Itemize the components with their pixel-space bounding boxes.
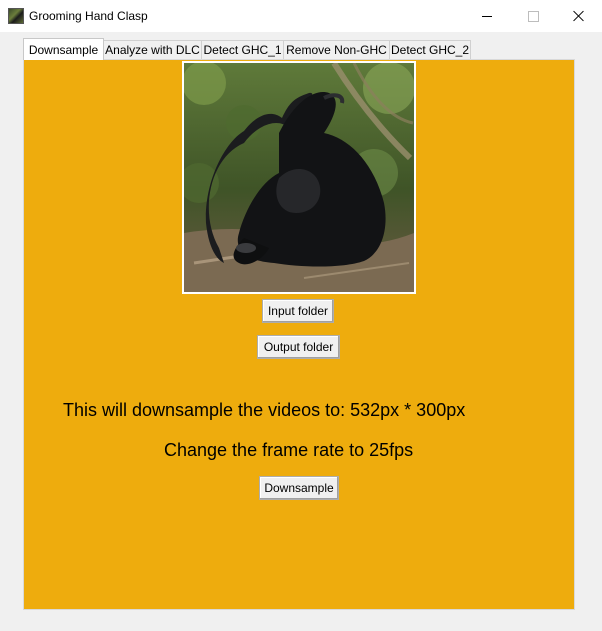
tab-analyze-with-dlc[interactable]: Analyze with DLC bbox=[103, 40, 202, 59]
maximize-button[interactable] bbox=[510, 0, 556, 32]
close-button[interactable] bbox=[556, 0, 602, 32]
downsample-size-text: This will downsample the videos to: 532p… bbox=[63, 400, 466, 420]
window-title: Grooming Hand Clasp bbox=[29, 9, 148, 23]
minimize-button[interactable] bbox=[464, 0, 510, 32]
tab-remove-non-ghc[interactable]: Remove Non-GHC bbox=[283, 40, 390, 59]
output-folder-button[interactable]: Output folder bbox=[257, 335, 340, 359]
tab-detect-ghc-1[interactable]: Detect GHC_1 bbox=[201, 40, 284, 59]
title-bar[interactable]: Grooming Hand Clasp bbox=[0, 0, 602, 32]
frame-rate-text: Change the frame rate to 25fps bbox=[164, 440, 414, 460]
minimize-icon bbox=[482, 15, 492, 17]
close-icon bbox=[573, 10, 585, 22]
maximize-icon bbox=[527, 10, 539, 22]
chimpanzee-photo-image bbox=[184, 63, 414, 292]
downsample-button[interactable]: Downsample bbox=[259, 476, 339, 500]
input-folder-button[interactable]: Input folder bbox=[262, 299, 334, 323]
chimpanzee-photo bbox=[182, 61, 416, 294]
tab-downsample[interactable]: Downsample bbox=[23, 38, 104, 60]
app-icon bbox=[8, 8, 24, 24]
tab-detect-ghc-2[interactable]: Detect GHC_2 bbox=[389, 40, 471, 59]
